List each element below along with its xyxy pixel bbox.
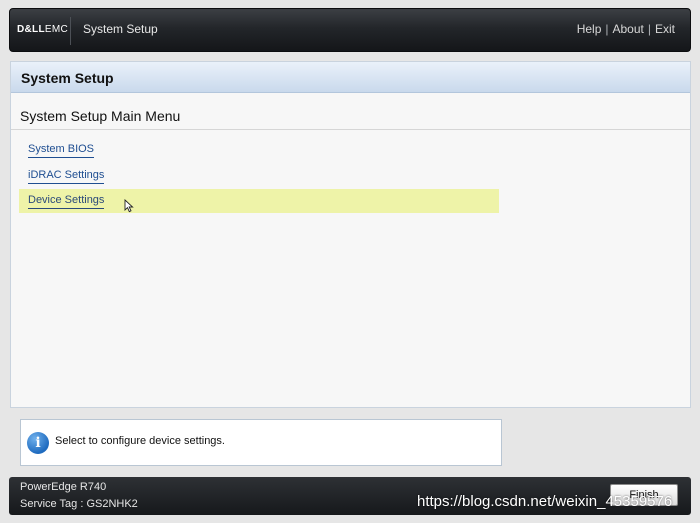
link-separator: |	[605, 22, 609, 36]
menu-item-system-bios[interactable]: System BIOS	[19, 138, 499, 162]
dell-emc-logo: D&LLEMC	[17, 24, 68, 35]
header-divider	[70, 17, 71, 45]
section-title: System Setup	[21, 70, 114, 86]
menu-item-label[interactable]: System BIOS	[28, 143, 95, 158]
help-link[interactable]: Help	[577, 22, 602, 36]
menu-item-device-settings[interactable]: Device Settings	[19, 189, 499, 213]
app-title: System Setup	[83, 22, 158, 36]
header-links: Help | About | Exit	[577, 22, 675, 36]
link-separator: |	[647, 22, 651, 36]
menu-item-idrac-settings[interactable]: iDRAC Settings	[19, 164, 499, 188]
exit-link[interactable]: Exit	[655, 22, 675, 36]
about-link[interactable]: About	[613, 22, 644, 36]
section-header: System Setup	[11, 62, 690, 93]
watermark-text: https://blog.csdn.net/weixin_45359576	[417, 493, 673, 510]
info-icon: i	[27, 432, 49, 454]
help-text: Select to configure device settings.	[55, 435, 225, 447]
menu-divider	[11, 129, 690, 130]
main-panel: System Setup System Setup Main Menu Syst…	[10, 61, 691, 408]
menu-item-label[interactable]: Device Settings	[28, 194, 105, 209]
top-bar: D&LLEMC System Setup Help | About | Exit	[9, 8, 691, 52]
mouse-pointer-icon	[124, 199, 134, 213]
menu-title: System Setup Main Menu	[20, 108, 181, 124]
server-model: PowerEdge R740	[20, 481, 107, 493]
menu-item-label[interactable]: iDRAC Settings	[28, 169, 105, 184]
help-message-box: i Select to configure device settings.	[20, 419, 502, 466]
service-tag: Service Tag : GS2NHK2	[20, 498, 138, 510]
